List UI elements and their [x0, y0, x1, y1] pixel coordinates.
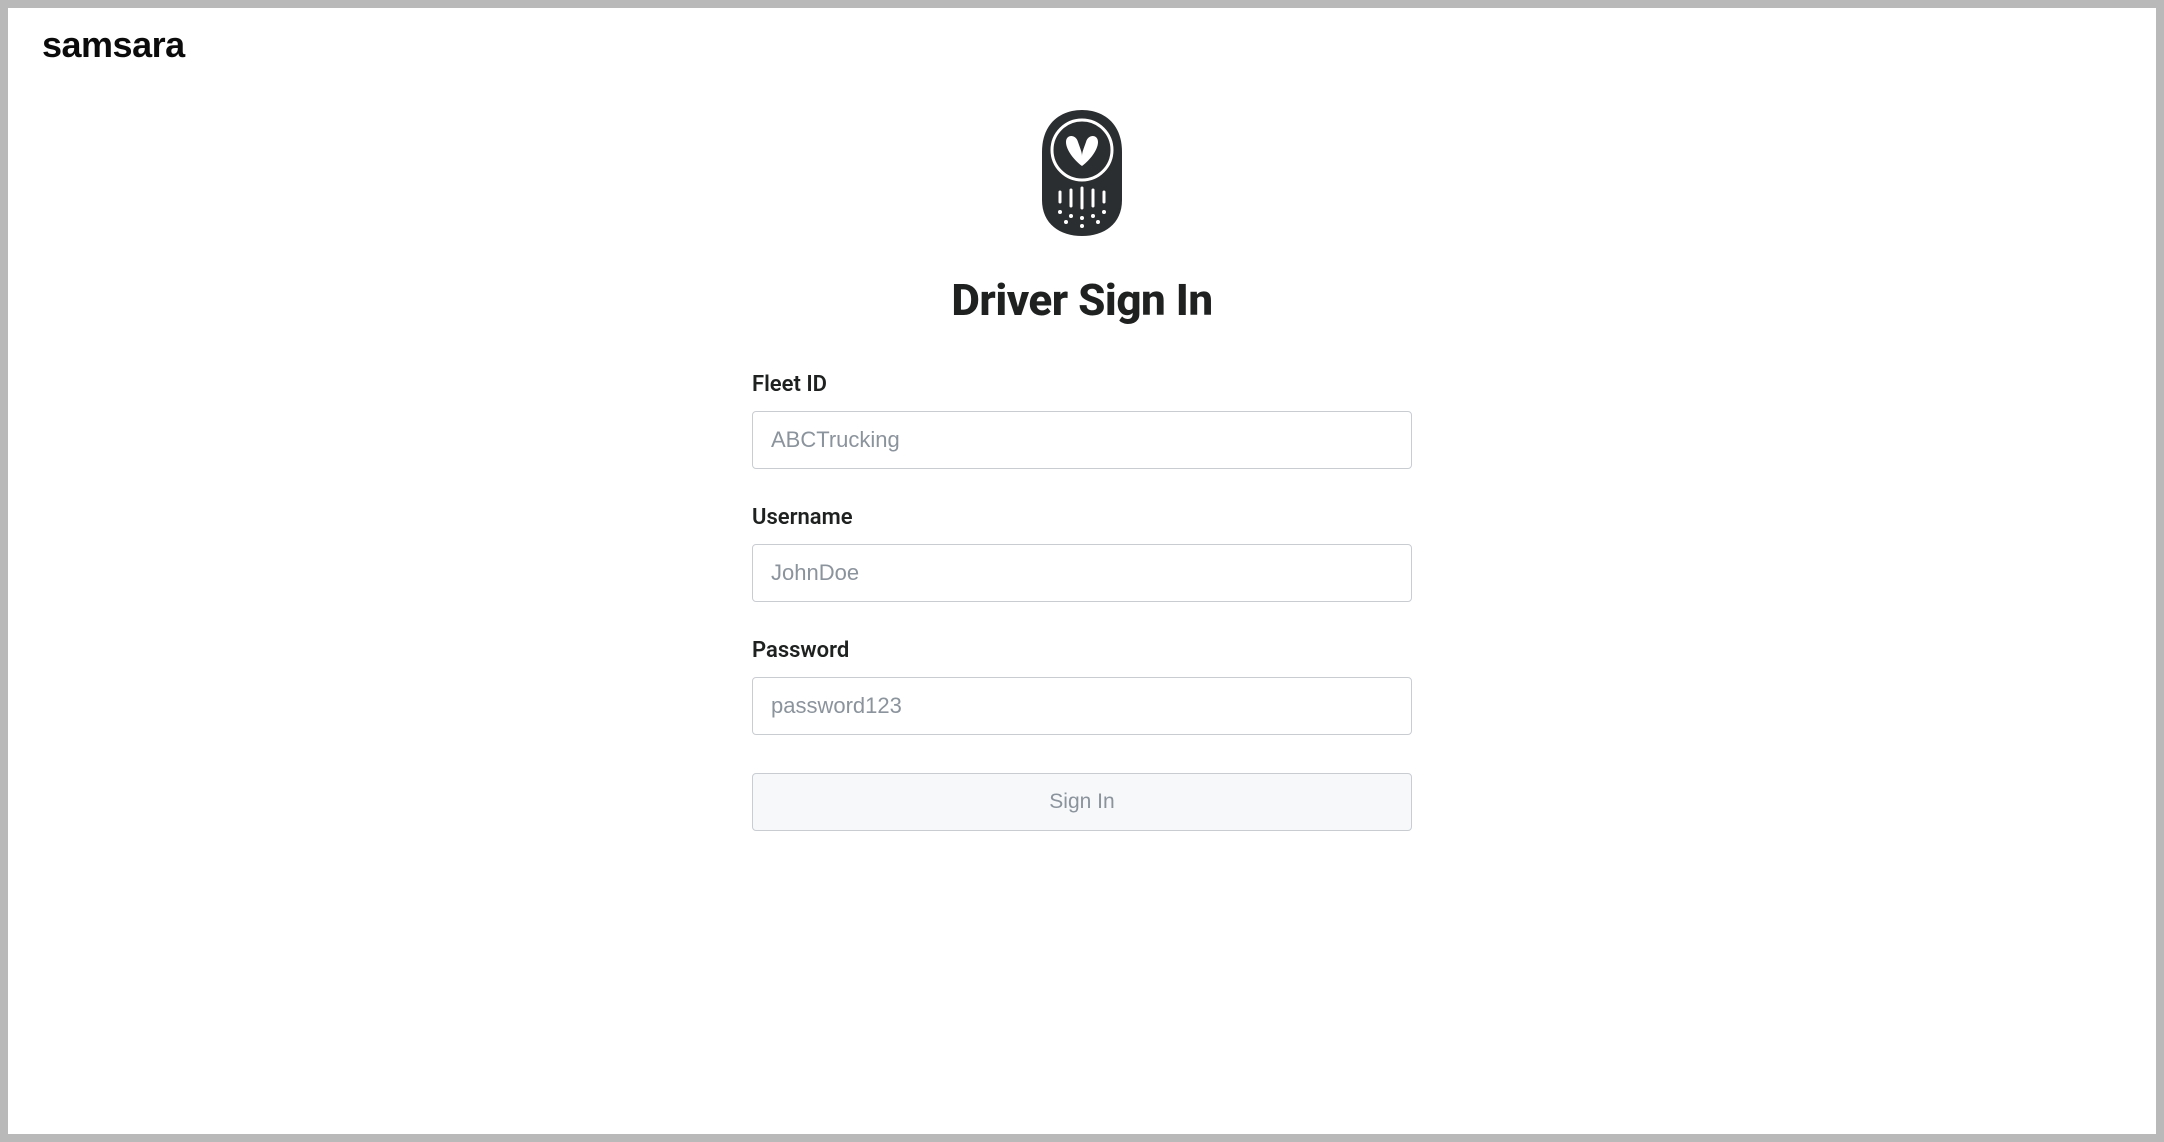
outer-frame: samsara — [0, 0, 2164, 1142]
owl-logo-icon — [1036, 108, 1128, 242]
signin-panel: Driver Sign In Fleet ID Username Passwor… — [752, 8, 1412, 831]
fleet-id-label: Fleet ID — [752, 372, 1412, 397]
password-group: Password — [752, 638, 1412, 735]
fleet-id-input[interactable] — [752, 411, 1412, 469]
page-title: Driver Sign In — [951, 274, 1212, 326]
username-label: Username — [752, 505, 1412, 530]
password-label: Password — [752, 638, 1412, 663]
username-group: Username — [752, 505, 1412, 602]
fleet-id-group: Fleet ID — [752, 372, 1412, 469]
signin-form: Fleet ID Username Password Sign In — [752, 372, 1412, 831]
brand-wordmark: samsara — [42, 24, 185, 66]
password-input[interactable] — [752, 677, 1412, 735]
sign-in-button[interactable]: Sign In — [752, 773, 1412, 831]
app-window: samsara — [8, 8, 2156, 1134]
username-input[interactable] — [752, 544, 1412, 602]
